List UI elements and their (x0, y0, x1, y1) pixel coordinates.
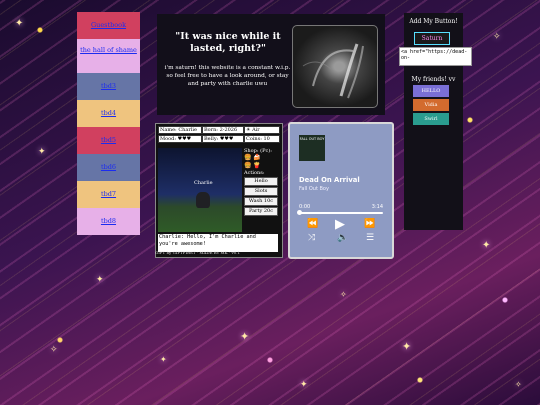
shop-food-icons[interactable]: 🍔 🍰 🍔 🍟 (244, 154, 278, 170)
pet-name: Name: Charlie (158, 126, 202, 134)
action-slots-button[interactable]: Slots (244, 187, 278, 196)
virtual-pet-widget: Name: Charlie Born: 2-2026 ☀ Air Mood: ♥… (155, 123, 283, 258)
friends-heading: My friends! vv (411, 76, 456, 83)
nav-link-tbd6[interactable]: tbd6 (77, 154, 140, 181)
shuffle-icon[interactable]: ⤨ (308, 234, 315, 243)
nav-link-guestbook[interactable]: Guestbook (77, 12, 140, 39)
nav-link-tbd3[interactable]: tbd3 (77, 73, 140, 100)
pet-character-label: Charlie (194, 180, 213, 186)
pet-coins: Coins: 10 (244, 135, 280, 143)
sidebar-panel: Add My Button! Saturn <a href="https://d… (399, 13, 472, 230)
album-art-label: FALL OUT BOY (299, 137, 325, 141)
nav-link-tbd7[interactable]: tbd7 (77, 181, 140, 208)
site-navigation: Guestbook the hall of shame tbd3 tbd4 tb… (77, 12, 140, 235)
rewind-icon[interactable]: ⏪ (307, 220, 318, 229)
hero-description: i'm saturn! this website is a constant w… (164, 65, 291, 87)
pet-born: Born: 2-2026 (202, 126, 244, 134)
hero-quote: "It was nice while it lasted, right?" (175, 31, 281, 54)
action-wash-button[interactable]: Wash 10c (244, 197, 278, 206)
add-button-heading: Add My Button! (409, 18, 458, 25)
pet-mood: Mood: ♥♥♥ (158, 135, 202, 143)
volume-icon[interactable]: 🔈 (337, 234, 348, 243)
photo-swirl-shapes (302, 43, 364, 99)
pet-scene: Charlie (158, 148, 242, 232)
progress-track[interactable] (299, 212, 383, 214)
action-party-button[interactable]: Party 20c (244, 207, 278, 216)
nav-link-tbd5[interactable]: tbd5 (77, 127, 140, 154)
my-site-button[interactable]: Saturn (414, 32, 450, 45)
song-title: Dead On Arrival (299, 176, 360, 184)
progress-thumb[interactable] (297, 210, 302, 215)
cat-sprite[interactable] (196, 192, 210, 208)
nav-link-tbd4[interactable]: tbd4 (77, 100, 140, 127)
hero-photo (292, 25, 378, 108)
pet-credit: GIFT by GIFTFIRST · MADE BY MK · v0.1 (155, 250, 241, 255)
element-icon: ☀ (246, 127, 251, 133)
time-total: 3:14 (371, 204, 383, 210)
forward-icon[interactable]: ⏩ (364, 220, 375, 229)
embed-code-textarea[interactable]: <a href="https://dead-on- (399, 47, 472, 66)
nav-link-tbd8[interactable]: tbd8 (77, 208, 140, 235)
menu-icon[interactable]: ☰ (366, 234, 374, 243)
nav-link-hall-of-shame[interactable]: the hall of shame (77, 39, 140, 73)
play-icon[interactable]: ▶ (335, 218, 345, 231)
music-player: FALL OUT BOY Dead On Arrival Fall Out Bo… (288, 122, 394, 259)
album-art: FALL OUT BOY (299, 135, 325, 161)
friend-button-2[interactable]: Vidia (413, 99, 449, 111)
time-current: 0:00 (299, 204, 311, 210)
action-hello-button[interactable]: Hello (244, 177, 278, 186)
pet-shop-panel: Shop: (Pc): 🍔 🍰 🍔 🍟 Actions: Hello Slots … (244, 148, 278, 232)
actions-title: Actions: (244, 170, 265, 176)
friend-button-3[interactable]: Swirl (413, 113, 449, 125)
friend-button-1[interactable]: HELLO (413, 85, 449, 97)
pet-element-value: Air (252, 127, 260, 133)
song-artist: Fall Out Boy (299, 186, 329, 192)
pet-element: ☀ Air (244, 126, 280, 134)
hero-panel: "It was nice while it lasted, right?" i'… (157, 14, 385, 115)
pet-belly: Belly: ♥♥♥ (202, 135, 244, 143)
